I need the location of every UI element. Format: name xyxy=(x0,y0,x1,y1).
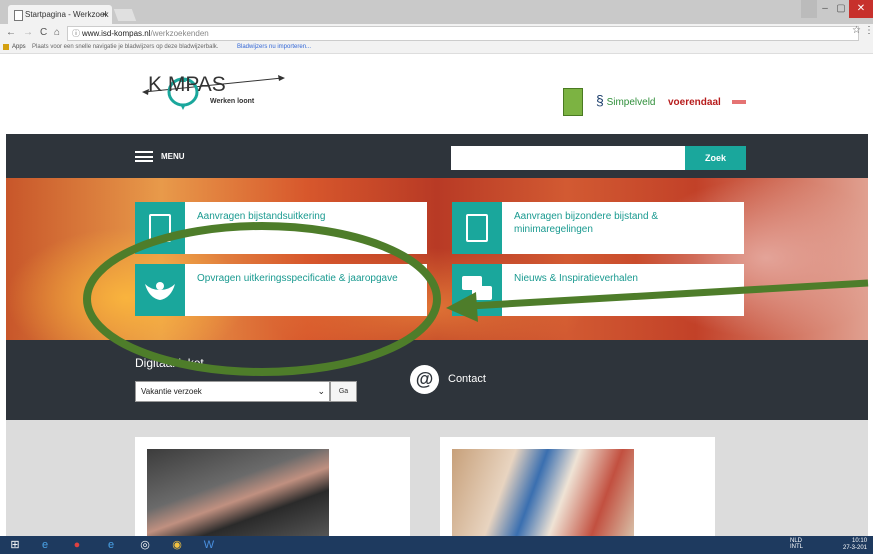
select-value: Vakantie verzoek xyxy=(141,387,202,396)
site-info-icon[interactable]: ⓘ xyxy=(72,27,80,40)
hamburger-menu-icon[interactable] xyxy=(135,151,153,162)
keyboard-photo xyxy=(147,449,329,536)
voerendaal-logo[interactable]: voerendaal xyxy=(668,97,721,108)
loket-title: Digitaal loket xyxy=(135,356,204,370)
clock-date: 27-3-201 xyxy=(843,545,868,551)
simpelveld-logo[interactable]: § Simpelveld xyxy=(596,92,656,108)
close-window-button[interactable]: ✕ xyxy=(849,0,873,18)
forward-arrow-icon[interactable]: → xyxy=(23,24,33,41)
loket-select[interactable]: Vakantie verzoek ⌄ xyxy=(135,381,330,402)
card-label: Aanvragen bijzondere bijstand & minimare… xyxy=(514,211,658,235)
word-icon[interactable]: W xyxy=(198,537,220,553)
apps-grid-icon[interactable] xyxy=(3,44,9,50)
minimize-button[interactable]: – xyxy=(817,0,833,18)
chat-bubbles-icon xyxy=(452,264,502,316)
bookmark-star-icon[interactable]: ☆ xyxy=(852,25,861,36)
new-tab-button[interactable] xyxy=(113,9,137,21)
windows-start-icon[interactable]: ⊞ xyxy=(4,537,26,553)
card-bijzondere-bijstand[interactable]: Aanvragen bijzondere bijstand & minimare… xyxy=(452,202,744,254)
maximize-button[interactable]: ▢ xyxy=(833,0,849,18)
bookmarks-bar: Apps Plaats voor een snelle navigatie je… xyxy=(0,41,873,54)
card-bijstandsuitkering[interactable]: Aanvragen bijstandsuitkering xyxy=(135,202,427,254)
card-label: Aanvragen bijstandsuitkering xyxy=(197,211,326,222)
tray-sub: INTL xyxy=(790,544,804,550)
taskbar-clock[interactable]: 10:10 27-3-201 xyxy=(843,538,867,552)
tray-language[interactable]: NLD INTL xyxy=(790,538,803,550)
chrome-icon[interactable]: ◉ xyxy=(166,537,188,553)
browser-tab[interactable]: Startpagina - Werkzoek × xyxy=(8,5,112,24)
card-label: Opvragen uitkeringsspecificatie & jaarop… xyxy=(197,273,398,284)
at-sign-icon[interactable]: @ xyxy=(410,365,439,394)
window-controls: – ▢ ✕ xyxy=(801,0,873,18)
browser-menu-icon[interactable]: ⋮ xyxy=(864,25,873,36)
reload-icon[interactable]: C xyxy=(40,24,47,41)
card-nieuws[interactable]: Nieuws & Inspiratieverhalen xyxy=(452,264,744,316)
back-arrow-icon[interactable]: ← xyxy=(6,24,16,41)
profile-icon[interactable] xyxy=(801,0,817,18)
url-input[interactable]: ⓘ www.isd-kompas.nl/werkzoekenden xyxy=(67,26,859,41)
windows-taskbar xyxy=(0,536,873,554)
card-uitkeringsspecificatie[interactable]: Opvragen uitkeringsspecificatie & jaarop… xyxy=(135,264,427,316)
url-path: /werkzoekenden xyxy=(150,29,209,38)
search-input[interactable] xyxy=(451,146,685,170)
internet-explorer-icon[interactable]: e xyxy=(34,537,56,553)
home-icon[interactable]: ⌂ xyxy=(54,24,60,41)
apps-link[interactable]: Apps xyxy=(12,41,26,53)
url-domain: www.isd-kompas.nl xyxy=(82,29,151,38)
contact-link[interactable]: Contact xyxy=(448,373,486,385)
page-favicon-icon xyxy=(14,10,23,21)
edge-icon[interactable]: e xyxy=(100,537,122,553)
kompas-logo[interactable]: K MPAS Werken loont xyxy=(142,70,292,116)
cortana-icon[interactable]: ◎ xyxy=(134,537,156,553)
simpelveld-mark-icon: § xyxy=(596,92,604,108)
menu-label[interactable]: MENU xyxy=(161,152,185,161)
logo-text: K MPAS xyxy=(148,73,226,96)
clock-time: 10:10 xyxy=(852,538,868,544)
documents-icon xyxy=(452,202,502,254)
import-bookmarks-link[interactable]: Bladwijzers nu importeren... xyxy=(237,41,311,53)
card-label: Nieuws & Inspiratieverhalen xyxy=(514,273,638,284)
search-button[interactable]: Zoek xyxy=(685,146,746,170)
partner-logo-icon xyxy=(563,88,583,116)
tab-close-icon[interactable]: × xyxy=(102,5,107,24)
document-icon xyxy=(135,202,185,254)
go-button[interactable]: Ga xyxy=(330,381,357,402)
logo-tagline: Werken loont xyxy=(210,98,255,105)
voerendaal-mark-icon xyxy=(732,100,746,104)
hands-icon xyxy=(135,264,185,316)
meeting-photo xyxy=(452,449,634,536)
shield-app-icon[interactable]: ● xyxy=(66,537,88,553)
bookmarks-hint: Plaats voor een snelle navigatie je blad… xyxy=(32,44,219,50)
url-text: www.isd-kompas.nl/werkzoekenden xyxy=(82,27,209,40)
simpelveld-text: Simpelveld xyxy=(606,97,656,108)
tab-title: Startpagina - Werkzoek xyxy=(25,10,109,19)
chevron-down-icon: ⌄ xyxy=(317,386,325,396)
